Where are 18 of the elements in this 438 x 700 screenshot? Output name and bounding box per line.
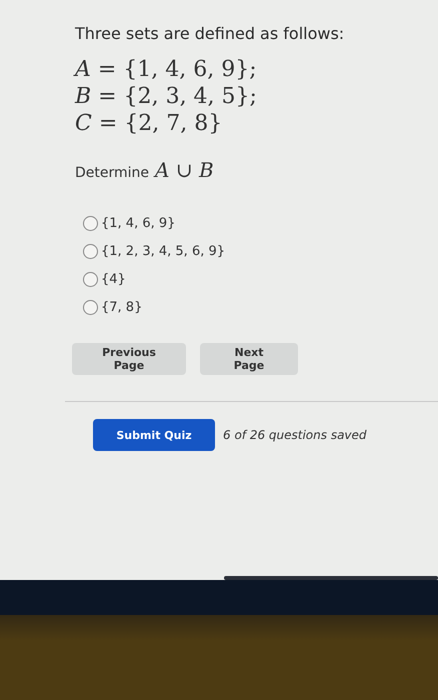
set-definition: B = {2, 3, 4, 5}; (75, 84, 257, 109)
radio-button[interactable] (83, 216, 98, 231)
set-definition: C = {2, 7, 8} (75, 111, 222, 136)
option-label[interactable]: {1, 4, 6, 9} (101, 216, 176, 231)
save-status: 6 of 26 questions saved (223, 428, 367, 442)
radio-button[interactable] (83, 244, 98, 259)
radio-button[interactable] (83, 300, 98, 315)
radio-button[interactable] (83, 272, 98, 287)
option-label[interactable]: {4} (101, 272, 126, 287)
prompt-text: Determine (75, 165, 150, 181)
submit-button[interactable]: Submit Quiz (93, 419, 215, 451)
option-label[interactable]: {1, 2, 3, 4, 5, 6, 9} (101, 244, 226, 259)
set-definition: A = {1, 4, 6, 9}; (75, 57, 257, 82)
next-page-button[interactable]: Next Page (200, 343, 298, 375)
option-label[interactable]: {7, 8} (101, 300, 142, 315)
prompt-formula: A ∪ B (155, 158, 214, 182)
question-text: Three sets are defined as follows: (75, 24, 346, 43)
previous-page-button[interactable]: Previous Page (72, 343, 186, 375)
